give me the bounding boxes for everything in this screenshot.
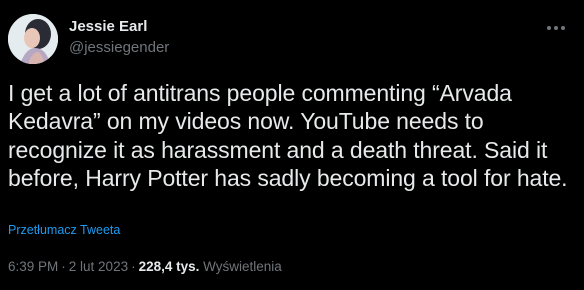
tweet: Jessie Earl @jessiegender I get a lot of… (0, 0, 584, 290)
author-handle[interactable]: @jessiegender (69, 39, 169, 57)
tweet-time[interactable]: 6:39 PM (8, 259, 58, 274)
views-label: Wyświetlenia (203, 259, 282, 274)
avatar[interactable] (8, 14, 58, 64)
more-horizontal-icon (547, 26, 565, 30)
tweet-text: I get a lot of antitrans people commenti… (8, 80, 568, 191)
tweet-date[interactable]: 2 lut 2023 (69, 259, 128, 274)
tweet-meta: 6:39 PM · 2 lut 2023 · 228,4 tys. Wyświetlen… (8, 259, 282, 275)
separator: · (61, 259, 66, 274)
translate-tweet-link[interactable]: Przetłumacz Tweeta (8, 223, 120, 237)
author-name[interactable]: Jessie Earl (69, 18, 147, 36)
avatar-image (8, 14, 58, 64)
separator: · (131, 259, 136, 274)
views-count: 228,4 tys. (138, 259, 200, 274)
more-options-button[interactable] (542, 18, 570, 38)
